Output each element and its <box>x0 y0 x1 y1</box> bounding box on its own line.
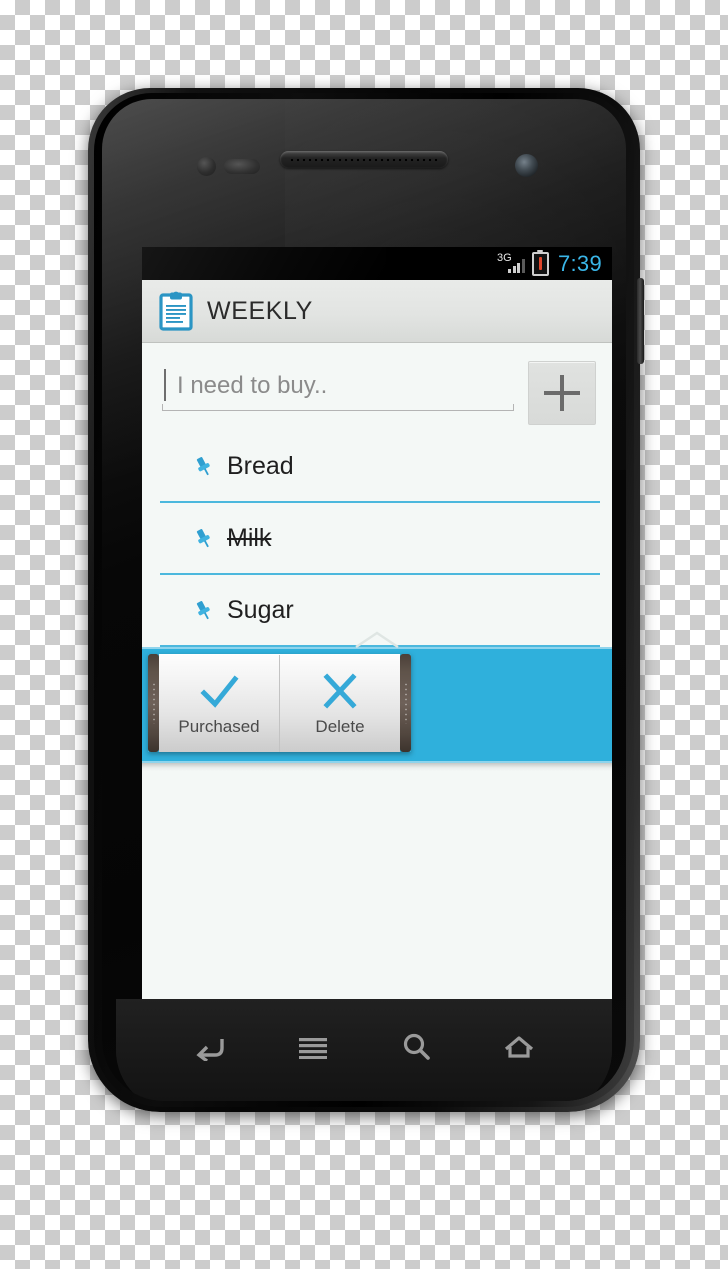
phone-bottom-chin <box>116 999 612 1101</box>
cross-icon <box>317 671 363 713</box>
new-item-placeholder: I need to buy.. <box>177 372 328 399</box>
earpiece-mesh <box>289 155 439 164</box>
pin-icon <box>192 599 215 622</box>
status-bar-icons: 3G 7:39 <box>497 250 602 276</box>
selected-list-item-wrapper: Purchased Delete <box>142 631 612 771</box>
power-button[interactable] <box>637 278 644 364</box>
context-menu-panel: Purchased Delete <box>159 654 400 752</box>
selected-list-item[interactable]: Purchased Delete <box>142 647 612 763</box>
status-bar: 3G 7:39 <box>142 247 612 280</box>
status-bar-clock: 7:39 <box>557 250 602 276</box>
list-item-label: Milk <box>227 523 272 552</box>
menu-button[interactable] <box>286 1027 340 1067</box>
context-menu-item-delete[interactable]: Delete <box>279 655 400 752</box>
status-bar-gloss <box>142 247 387 280</box>
plus-icon <box>544 375 580 411</box>
list-item-label: Sugar <box>227 595 294 624</box>
input-underline <box>162 404 514 411</box>
signal-bars-icon <box>508 258 525 273</box>
light-sensor-icon <box>224 159 260 174</box>
signal-strength-icon: 3G <box>497 252 525 275</box>
battery-warning-icon <box>531 251 549 276</box>
list-item[interactable]: Milk <box>160 503 600 575</box>
search-button[interactable] <box>389 1027 443 1067</box>
text-cursor <box>164 369 166 401</box>
context-menu-item-label: Purchased <box>178 716 260 736</box>
context-menu: Purchased Delete <box>148 654 411 752</box>
selection-drop-shadow <box>142 763 612 771</box>
context-menu-item-label: Delete <box>315 716 365 736</box>
context-menu-item-purchased[interactable]: Purchased <box>159 655 279 752</box>
shopping-list: Bread Milk Sugar Purchased Delete <box>142 431 612 771</box>
add-item-row: I need to buy.. <box>142 343 612 431</box>
pin-icon <box>192 455 215 478</box>
check-icon <box>196 671 242 713</box>
pin-icon <box>192 527 215 550</box>
battery-alert-mark <box>538 257 542 270</box>
front-camera-icon <box>515 154 538 177</box>
proximity-sensor-icon <box>197 157 216 176</box>
list-item-label: Bread <box>227 451 294 480</box>
clipboard-icon <box>159 291 193 331</box>
context-menu-left-handle[interactable] <box>148 654 159 752</box>
add-item-button[interactable] <box>528 361 596 425</box>
smartphone-device: 3G 7:39 WEEKLY I need to buy.. Bread Mil… <box>88 88 644 1112</box>
app-header-bar: WEEKLY <box>142 280 612 343</box>
page-title: WEEKLY <box>207 296 313 325</box>
list-item[interactable]: Bread <box>160 431 600 503</box>
home-button[interactable] <box>492 1027 546 1067</box>
context-menu-right-handle[interactable] <box>400 654 411 752</box>
new-item-input[interactable]: I need to buy.. <box>162 361 514 411</box>
phone-front-face: 3G 7:39 WEEKLY I need to buy.. Bread Mil… <box>102 99 626 1101</box>
back-button[interactable] <box>183 1027 237 1067</box>
android-nav-bar <box>116 1027 612 1067</box>
popup-caret-icon <box>354 631 400 648</box>
earpiece-speaker-icon <box>280 151 448 168</box>
phone-screen: 3G 7:39 WEEKLY I need to buy.. Bread Mil… <box>142 247 612 999</box>
